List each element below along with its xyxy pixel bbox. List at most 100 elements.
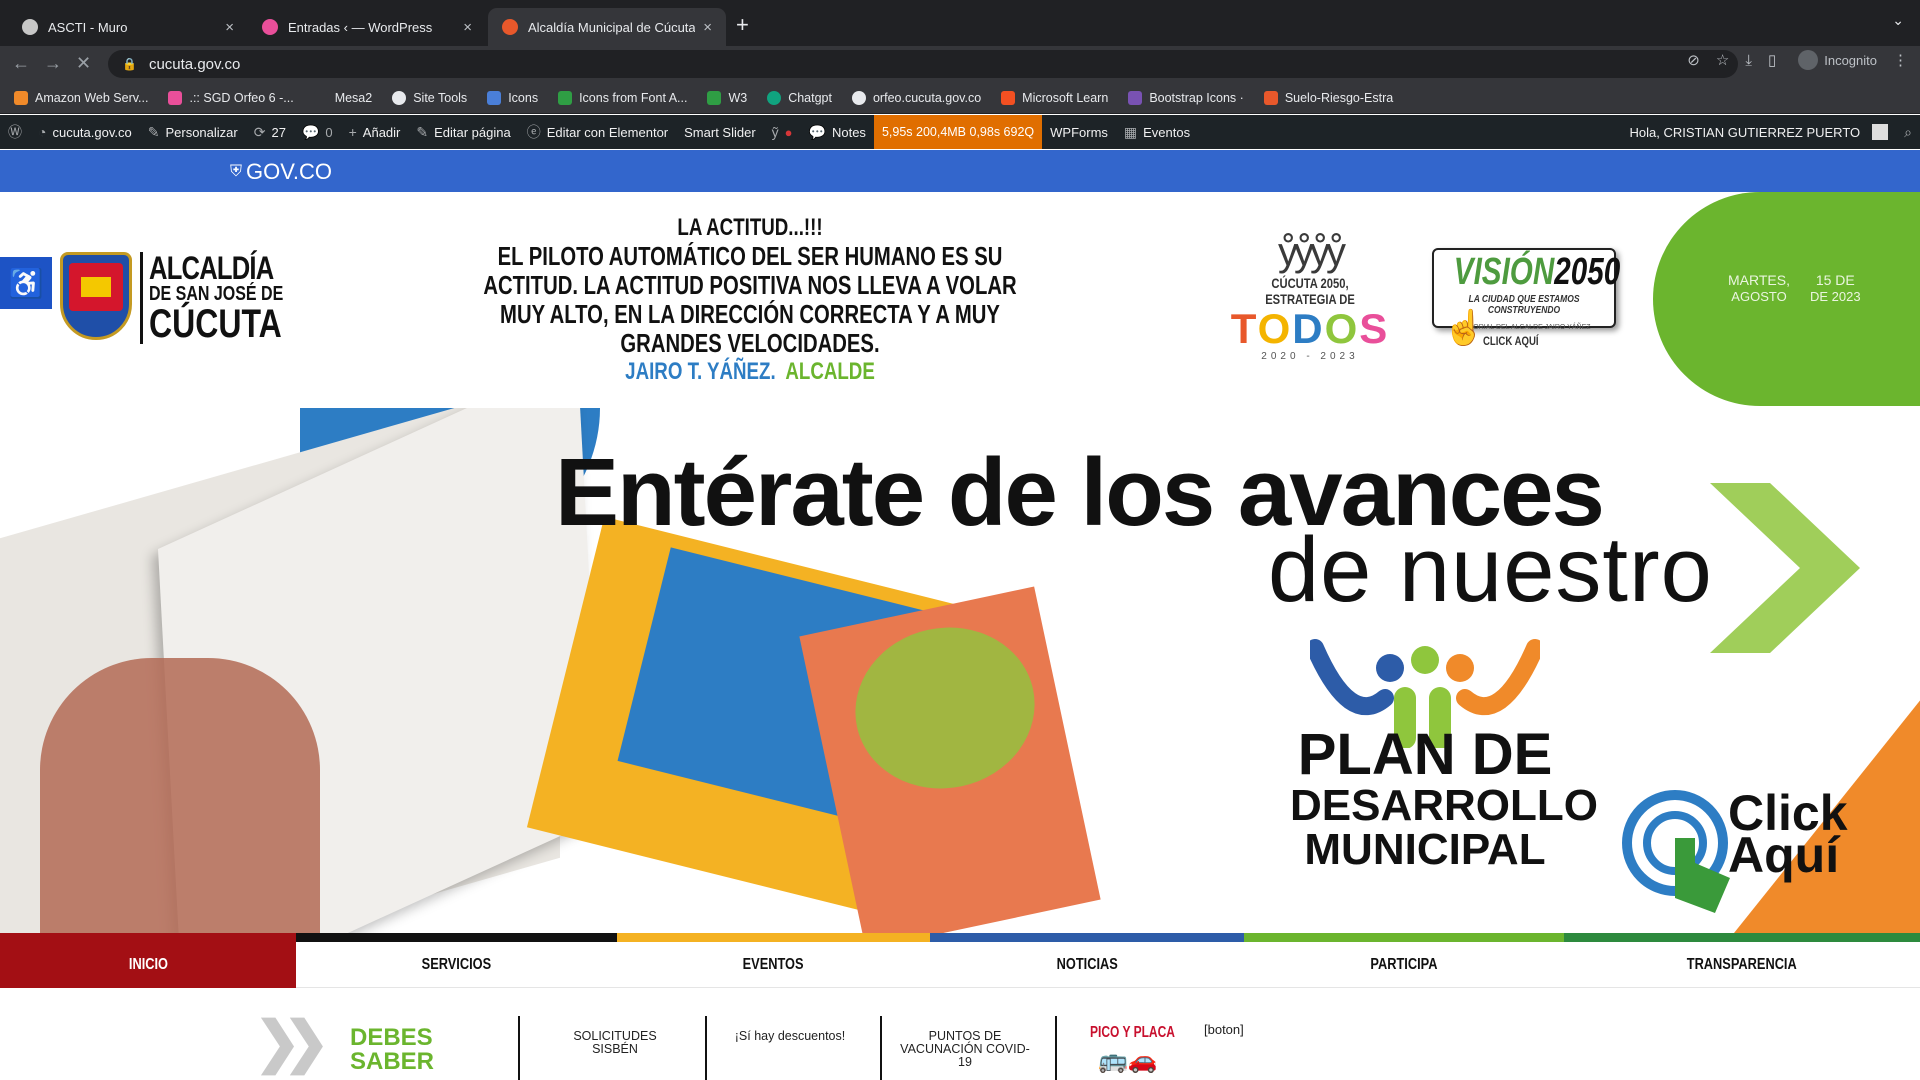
- wp-events-link[interactable]: ▦ Eventos: [1116, 115, 1198, 149]
- new-tab-button[interactable]: +: [736, 12, 749, 38]
- wp-account-link[interactable]: Hola, CRISTIAN GUTIERREZ PUERTO: [1621, 115, 1896, 149]
- banner-click-text[interactable]: Click Aquí: [1728, 788, 1848, 880]
- wp-search-button[interactable]: ⌕: [1896, 115, 1920, 149]
- forward-icon[interactable]: →: [44, 53, 62, 74]
- nav-transparencia[interactable]: TRANSPARENCIA: [1564, 942, 1920, 988]
- todos-strategy-logo[interactable]: ẙẙẙẙ CÚCUTA 2050, ESTRATEGIA DE TODOS 20…: [1225, 230, 1395, 362]
- hero-banner[interactable]: Entérate de los avances de nuestro PLAN …: [0, 408, 1920, 933]
- accessibility-button[interactable]: ♿: [0, 257, 52, 309]
- nav-inicio[interactable]: INICIO: [0, 942, 296, 988]
- bookmark-item[interactable]: Icons from Font A...: [558, 90, 687, 105]
- wp-elementor-link[interactable]: ⓔ Editar con Elementor: [519, 115, 676, 149]
- wp-updates-count: 27: [271, 124, 286, 140]
- eye-off-icon[interactable]: ⊘: [1687, 51, 1700, 69]
- divider: [518, 1016, 520, 1080]
- nav-label: TRANSPARENCIA: [1686, 956, 1797, 973]
- plan-line2: DESARROLLO: [1290, 781, 1598, 830]
- todos-caption: CÚCUTA 2050, ESTRATEGIA DE: [1265, 275, 1355, 307]
- wp-wpforms-label: WPForms: [1050, 124, 1108, 140]
- bookmark-star-icon[interactable]: ☆: [1716, 51, 1729, 69]
- bookmark-item[interactable]: Amazon Web Serv...: [14, 90, 148, 105]
- bookmark-item[interactable]: Bootstrap Icons ·: [1128, 90, 1244, 105]
- close-icon[interactable]: ×: [225, 19, 234, 36]
- plan-line3: MUNICIPAL: [1304, 825, 1546, 874]
- bookmark-icon: [14, 90, 28, 105]
- side-panel-icon[interactable]: ▯: [1768, 51, 1776, 69]
- bookmark-item[interactable]: Microsoft Learn: [1001, 90, 1108, 105]
- quote-signature: JAIRO T. YÁÑEZ. ALCALDE: [477, 358, 1023, 386]
- pencil-icon: ✎: [416, 123, 429, 140]
- wp-comments-count: 0: [325, 124, 333, 140]
- wp-updates-link[interactable]: ⟳ 27: [246, 115, 294, 149]
- bookmark-icon: [487, 90, 502, 105]
- browser-tab-active[interactable]: Alcaldía Municipal de Cúcuta ×: [488, 8, 726, 46]
- wp-logo-button[interactable]: Ⓦ: [0, 115, 30, 149]
- quote-author: JAIRO T. YÁÑEZ.: [625, 358, 776, 385]
- alcaldia-line3: CÚCUTA: [149, 302, 282, 346]
- bookmarks-bar: Amazon Web Serv... .:: SGD Orfeo 6 -... …: [0, 82, 1920, 114]
- wp-notes-link[interactable]: 💬 Notes: [801, 115, 874, 149]
- tab-search-icon[interactable]: ⌄: [1892, 12, 1904, 29]
- bookmark-item[interactable]: Site Tools: [392, 90, 467, 105]
- close-icon[interactable]: ×: [703, 19, 712, 36]
- close-icon[interactable]: ×: [463, 19, 472, 36]
- bookmark-item[interactable]: Icons: [487, 90, 538, 105]
- nav-label: SERVICIOS: [421, 956, 492, 973]
- address-bar[interactable]: 🔒 cucuta.gov.co: [108, 50, 1738, 78]
- nav-participa[interactable]: PARTICIPA: [1244, 942, 1564, 988]
- quick-link-vacunacion[interactable]: PUNTOS DE VACUNACIÓN COVID-19: [900, 1030, 1030, 1069]
- tab-favicon-icon: [262, 19, 278, 35]
- wp-add-link[interactable]: + Añadir: [341, 115, 409, 149]
- pico-y-placa-link[interactable]: PICO Y PLACA: [1090, 1024, 1175, 1042]
- gov-co-logo[interactable]: ⛨ GOV.CO: [230, 159, 332, 185]
- banner-subtitle: de nuestro: [1268, 519, 1713, 621]
- browser-tab[interactable]: ASCTI - Muro ×: [8, 8, 248, 46]
- avatar: [1872, 124, 1889, 140]
- incognito-badge[interactable]: Incognito: [1798, 50, 1877, 70]
- wp-edit-page-link[interactable]: ✎ Editar página: [408, 115, 518, 149]
- download-icon[interactable]: ⤓: [1745, 52, 1752, 69]
- menu-icon[interactable]: ⋮: [1893, 51, 1908, 69]
- bookmark-item[interactable]: Suelo-Riesgo-Estra: [1263, 90, 1393, 105]
- browser-tab[interactable]: Entradas ‹ — WordPress ×: [248, 8, 486, 46]
- nav-eventos[interactable]: EVENTOS: [617, 942, 930, 988]
- city-coat-of-arms-logo[interactable]: [60, 252, 132, 340]
- stop-loading-icon[interactable]: ✕: [76, 53, 91, 74]
- current-date: MARTES, AGOSTO 15 DE DE 2023: [1728, 272, 1861, 305]
- nav-servicios[interactable]: SERVICIOS: [296, 942, 617, 988]
- nav-label: PARTICIPA: [1370, 956, 1438, 973]
- vision-click-label[interactable]: CLICK AQUÍ: [1483, 334, 1539, 348]
- wp-site-link[interactable]: ◔ cucuta.gov.co: [30, 115, 140, 149]
- alcaldia-logo-text[interactable]: ALCALDÍA DE SAN JOSÉ DE CÚCUTA: [140, 252, 317, 344]
- plus-icon: +: [348, 124, 357, 140]
- bookmark-item[interactable]: orfeo.cucuta.gov.co: [851, 90, 981, 105]
- todos-word: TODOS: [1230, 305, 1390, 352]
- accessibility-icon: ♿: [8, 267, 44, 299]
- wp-customize-link[interactable]: ✎ Personalizar: [140, 115, 246, 149]
- bookmark-item[interactable]: W3: [707, 90, 747, 105]
- wp-wpforms-link[interactable]: WPForms: [1042, 115, 1116, 149]
- bookmark-item[interactable]: Mesa2: [313, 90, 372, 105]
- chevron-right-icon: [1710, 483, 1860, 653]
- wp-comments-link[interactable]: 💬 0: [294, 115, 341, 149]
- bookmark-label: .:: SGD Orfeo 6 -...: [189, 90, 294, 105]
- wp-smart-slider-link[interactable]: Smart Slider: [676, 115, 764, 149]
- query-monitor-label: 5,95s 200,4MB 0,98s 692Q: [881, 125, 1035, 139]
- alcaldia-line1: ALCALDÍA: [149, 250, 274, 286]
- dashboard-icon: ◔: [38, 124, 47, 140]
- back-icon[interactable]: ←: [12, 53, 30, 74]
- lock-icon[interactable]: 🔒: [122, 57, 137, 71]
- placeholder-button[interactable]: [boton]: [1204, 1022, 1244, 1037]
- quick-link-descuentos[interactable]: ¡Sí hay descuentos!: [725, 1030, 855, 1043]
- query-monitor-stats[interactable]: 5,95s 200,4MB 0,98s 692Q: [873, 115, 1043, 149]
- nav-noticias[interactable]: NOTICIAS: [930, 942, 1244, 988]
- gov-co-bar: ⛨ GOV.CO: [0, 150, 1920, 192]
- quick-link-sisben[interactable]: SOLICITUDES SISBÉN: [550, 1030, 680, 1056]
- site-header: ♿ ALCALDÍA DE SAN JOSÉ DE CÚCUTA LA ACTI…: [0, 192, 1920, 408]
- bookmark-item[interactable]: .:: SGD Orfeo 6 -...: [168, 90, 294, 105]
- nav-color-strip: [0, 933, 1920, 942]
- bookmark-item[interactable]: Chatgpt: [767, 90, 832, 105]
- wp-yoast-link[interactable]: ỹ ●: [764, 115, 801, 149]
- nav-label: EVENTOS: [743, 956, 804, 973]
- bookmark-icon: [707, 90, 722, 105]
